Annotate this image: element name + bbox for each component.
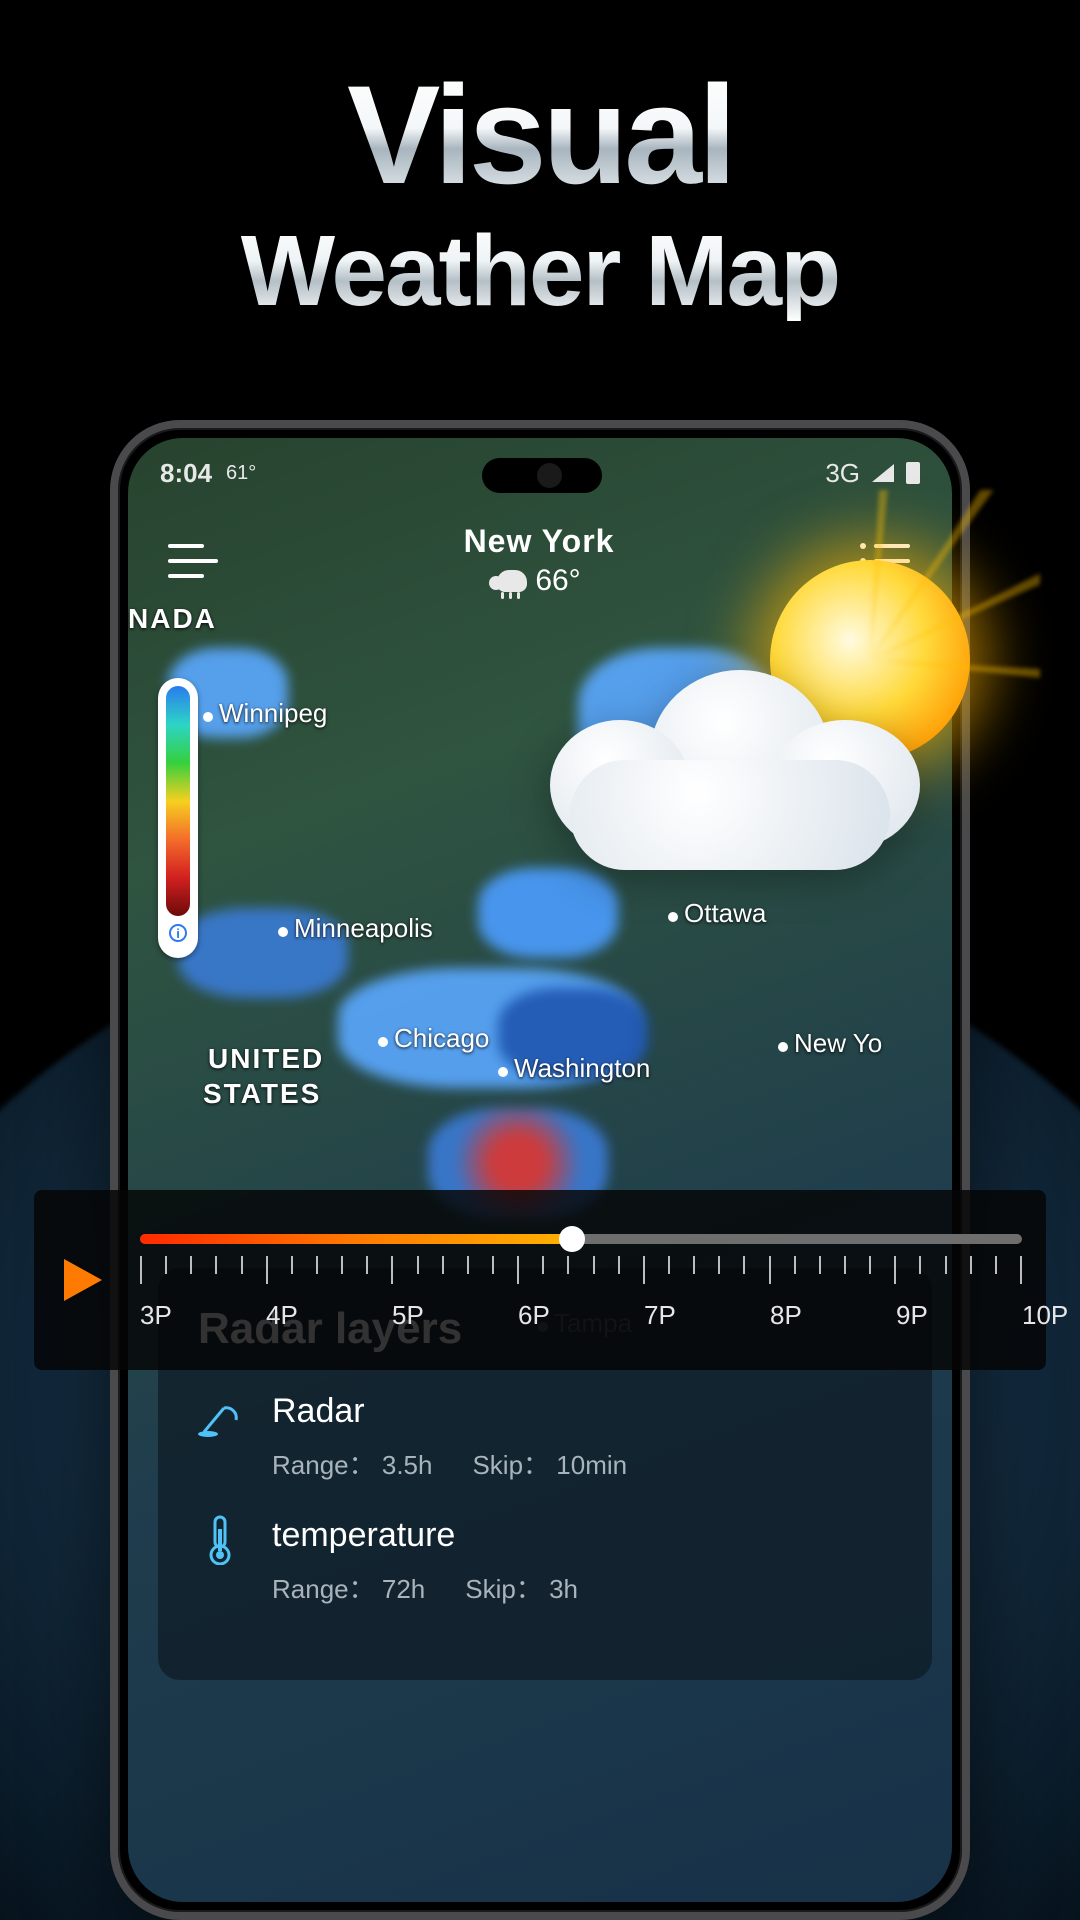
map-country-label: STATES xyxy=(203,1078,321,1110)
layer-option-radar[interactable]: Radar Range： 3.5h Skip： 10min xyxy=(198,1392,892,1482)
layer-skip-value: 3h xyxy=(549,1574,578,1604)
layer-name: temperature xyxy=(272,1516,578,1555)
hero-line-1: Visual xyxy=(0,65,1080,205)
layer-skip-label: Skip： xyxy=(465,1574,542,1604)
map-city-label: Minneapolis xyxy=(278,913,433,944)
timeline-thumb[interactable] xyxy=(559,1226,585,1252)
timeline-progress xyxy=(140,1234,572,1244)
map-city-label: New Yo xyxy=(778,1028,882,1059)
timeline-ticks xyxy=(140,1256,1022,1284)
map-area[interactable]: NADA UNITEDSTATES Winnipeg Minneapolis Chica… xyxy=(128,438,952,1902)
layer-range-label: Range： xyxy=(272,1450,375,1480)
layer-range-value: 3.5h xyxy=(382,1450,433,1480)
phone-mockup: 8:04 61° 3G New York 66° xyxy=(110,420,970,1920)
layer-range-label: Range： xyxy=(272,1574,375,1604)
phone-screen: 8:04 61° 3G New York 66° xyxy=(128,438,952,1902)
radar-icon xyxy=(198,1392,242,1440)
layer-skip-value: 10min xyxy=(556,1450,627,1480)
map-city-label: Ottawa xyxy=(668,898,766,929)
layer-range-value: 72h xyxy=(382,1574,425,1604)
thermometer-icon xyxy=(198,1516,242,1564)
layer-skip-label: Skip： xyxy=(472,1450,549,1480)
map-city-label: Winnipeg xyxy=(203,698,327,729)
layer-option-temperature[interactable]: temperature Range： 72h Skip： 3h xyxy=(198,1516,892,1606)
map-city-label: Washington xyxy=(498,1053,650,1084)
play-button[interactable] xyxy=(58,1257,104,1303)
hero-line-2: Weather Map xyxy=(0,221,1080,321)
map-city-label: Chicago xyxy=(378,1023,489,1054)
map-country-label: NADA xyxy=(128,603,217,635)
layer-name: Radar xyxy=(272,1392,627,1431)
timeline-slider[interactable]: 3P4P5P6P7P8P9P10P xyxy=(140,1190,1022,1370)
map-country-label: UNITED xyxy=(208,1043,324,1075)
radar-timeline: 3P4P5P6P7P8P9P10P xyxy=(34,1190,1046,1370)
promo-hero: Visual Weather Map xyxy=(0,65,1080,321)
